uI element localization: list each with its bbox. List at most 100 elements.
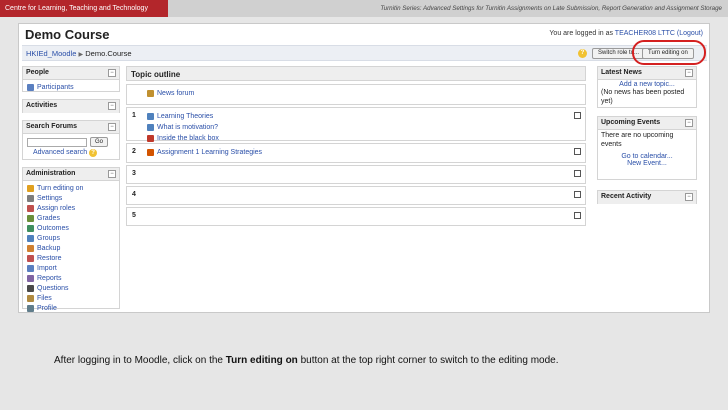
collapse-icon[interactable]: − <box>685 119 693 127</box>
topic-section: News forum <box>126 84 586 105</box>
slide-header-right: Turnitin Series: Advanced Settings for T… <box>380 5 722 12</box>
collapse-icon[interactable]: − <box>108 170 116 178</box>
section-highlight-toggle[interactable] <box>574 170 581 177</box>
recent-block-header: Recent Activity − <box>598 191 696 204</box>
pdf-icon <box>147 135 154 142</box>
collapse-icon[interactable]: − <box>685 69 693 77</box>
admin-item-reports[interactable]: Reports <box>27 273 115 283</box>
navbar: HKIEd_Moodle ▶ Demo.Course ? Switch role… <box>22 45 707 61</box>
caption-before: After logging in to Moodle, click on the <box>54 355 226 366</box>
login-info: You are logged in as TEACHER08 LTTC (Log… <box>549 30 703 37</box>
new-event-link[interactable]: New Event... <box>601 160 693 167</box>
login-text: You are logged in as <box>549 30 615 37</box>
settings-icon <box>27 194 34 202</box>
slide-caption: After logging in to Moodle, click on the… <box>54 355 559 366</box>
collapse-icon[interactable]: − <box>108 123 116 131</box>
people-block-title: People <box>26 69 49 76</box>
search-block-title: Search Forums <box>26 123 77 130</box>
help-icon[interactable]: ? <box>89 149 98 157</box>
login-user-link[interactable]: TEACHER08 LTTC <box>615 30 675 37</box>
participants-label: Participants <box>37 83 74 91</box>
section-highlight-toggle[interactable] <box>574 112 581 119</box>
caption-bold: Turn editing on <box>225 355 298 366</box>
go-to-calendar-link[interactable]: Go to calendar... <box>601 153 693 160</box>
admin-item-assign-roles[interactable]: Assign roles <box>27 203 115 213</box>
news-empty-text: (No news has been posted yet) <box>601 89 685 105</box>
topic-outline-title: Topic outline <box>131 70 181 79</box>
slide-header: Centre for Learning, Teaching and Techno… <box>0 0 728 17</box>
page-icon <box>147 124 154 131</box>
admin-item-turn-editing-on[interactable]: Turn editing on <box>27 183 115 193</box>
section-number: 1 <box>132 112 136 119</box>
admin-item-backup[interactable]: Backup <box>27 243 115 253</box>
backup-icon <box>27 244 34 252</box>
people-block: People − Participants <box>22 66 120 92</box>
roles-icon <box>27 204 34 212</box>
edit-icon <box>27 184 34 192</box>
resource-label: News forum <box>157 90 195 97</box>
admin-item-label: Files <box>37 294 52 302</box>
questions-icon <box>27 284 34 292</box>
resource-link[interactable]: What is motivation? <box>147 122 219 133</box>
section-highlight-toggle[interactable] <box>574 148 581 155</box>
section-number: 4 <box>132 191 136 198</box>
topic-section: 4 <box>126 186 586 205</box>
breadcrumb-home-link[interactable]: HKIEd_Moodle <box>26 49 76 58</box>
admin-item-groups[interactable]: Groups <box>27 233 115 243</box>
import-icon <box>27 264 34 272</box>
resource-link[interactable]: Assignment 1 Learning Strategies <box>147 147 262 158</box>
admin-item-grades[interactable]: Grades <box>27 213 115 223</box>
news-block-title: Latest News <box>601 69 642 76</box>
admin-item-restore[interactable]: Restore <box>27 253 115 263</box>
admin-item-outcomes[interactable]: Outcomes <box>27 223 115 233</box>
upcoming-events-block: Upcoming Events − There are no upcoming e… <box>597 116 697 180</box>
sidebar-item-participants[interactable]: Participants <box>27 82 115 92</box>
groups-icon <box>27 234 34 242</box>
admin-block-title: Administration <box>26 170 76 177</box>
admin-item-label: Turn editing on <box>37 184 84 192</box>
admin-item-label: Grades <box>37 214 60 222</box>
help-icon[interactable]: ? <box>578 49 587 58</box>
caption-after: button at the top right corner to switch… <box>297 355 559 366</box>
topic-section: 5 <box>126 207 586 226</box>
admin-item-settings[interactable]: Settings <box>27 193 115 203</box>
search-block-header: Search Forums − <box>23 121 119 134</box>
collapse-icon[interactable]: − <box>685 193 693 201</box>
search-input[interactable] <box>27 137 87 147</box>
admin-list: Turn editing on Settings Assign roles Grade… <box>23 181 119 312</box>
admin-item-label: Settings <box>37 194 63 202</box>
news-block-header: Latest News − <box>598 67 696 80</box>
topic-section: 2 Assignment 1 Learning Strategies <box>126 143 586 163</box>
collapse-icon[interactable]: − <box>108 102 116 110</box>
search-go-button[interactable]: Go <box>90 137 109 147</box>
slide-header-left: Centre for Learning, Teaching and Techno… <box>0 0 168 17</box>
section-highlight-toggle[interactable] <box>574 212 581 219</box>
section-number: 3 <box>132 170 136 177</box>
admin-item-questions[interactable]: Questions <box>27 283 115 293</box>
admin-item-import[interactable]: Import <box>27 263 115 273</box>
admin-item-profile[interactable]: Profile <box>27 303 115 312</box>
admin-item-files[interactable]: Files <box>27 293 115 303</box>
resource-link[interactable]: News forum <box>147 88 194 99</box>
forum-icon <box>147 90 154 97</box>
admin-item-label: Assign roles <box>37 204 76 212</box>
people-icon <box>27 83 34 91</box>
collapse-icon[interactable]: − <box>108 69 116 77</box>
resource-link[interactable]: Learning Theories <box>147 111 219 122</box>
page-icon <box>147 113 154 120</box>
advanced-search-link[interactable]: Advanced search <box>33 149 87 156</box>
administration-block: Administration − Turn editing on Settings A… <box>22 167 120 312</box>
recent-activity-block: Recent Activity − <box>597 190 697 204</box>
breadcrumb: HKIEd_Moodle ▶ Demo.Course <box>26 49 132 58</box>
resource-label: What is motivation? <box>157 124 219 131</box>
activities-block-title: Activities <box>26 102 58 109</box>
section-resources: News forum <box>147 88 194 99</box>
page-title: Demo Course <box>25 27 110 42</box>
section-highlight-toggle[interactable] <box>574 191 581 198</box>
logout-link[interactable]: (Logout) <box>677 30 703 37</box>
admin-item-label: Profile <box>37 304 57 312</box>
add-new-topic-link[interactable]: Add a new topic... <box>601 81 693 88</box>
section-number: 2 <box>132 148 136 155</box>
topic-outline-header: Topic outline <box>126 66 586 81</box>
topic-section: 1 Learning Theories What is motivation? Ins… <box>126 107 586 142</box>
